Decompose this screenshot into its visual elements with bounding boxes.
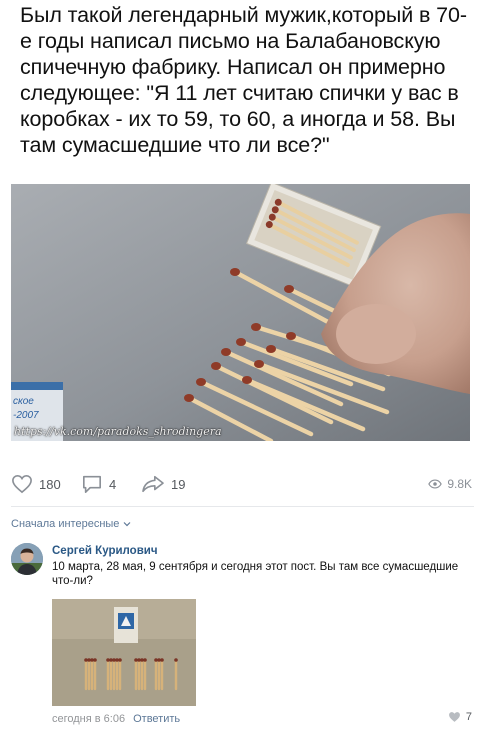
views-count: 9.8K — [447, 477, 472, 491]
comment-button[interactable]: 4 — [81, 466, 116, 502]
comment-photo-illustration — [52, 599, 196, 706]
like-button[interactable]: 180 — [11, 466, 61, 502]
chevron-down-icon — [123, 522, 131, 527]
comments-sort-toggle[interactable]: Сначала интересные — [11, 518, 131, 530]
heart-icon — [448, 712, 460, 722]
comment-text: 10 марта, 28 мая, 9 сентября и сегодня э… — [52, 561, 459, 587]
comment-photo[interactable] — [52, 599, 196, 706]
comment-like-button[interactable]: 7 — [448, 711, 472, 723]
post-photo[interactable]: ское -2007 https://vk.com/paradoks_shrod… — [11, 184, 470, 441]
matches-photo-illustration: ское -2007 — [11, 184, 470, 441]
comment-time[interactable]: сегодня в 6:06 — [52, 713, 125, 725]
post-actions-bar: 180 4 19 9.8K — [11, 466, 474, 502]
comment-like-count: 7 — [465, 711, 472, 723]
eye-icon — [428, 479, 443, 489]
share-button[interactable]: 19 — [141, 466, 185, 502]
box-label: ское — [13, 396, 34, 407]
comments-sort-label: Сначала интересные — [11, 518, 120, 530]
comment-count: 4 — [109, 476, 117, 492]
photo-watermark: https://vk.com/paradoks_shrodingera — [14, 425, 222, 438]
comment-author[interactable]: Сергей Курилович — [52, 545, 158, 557]
avatar[interactable] — [11, 543, 43, 575]
views-counter: 9.8K — [428, 466, 472, 502]
comment-bubble-icon — [83, 475, 101, 493]
share-count: 19 — [171, 476, 186, 492]
heart-icon — [12, 474, 32, 494]
share-arrow-icon — [142, 475, 164, 493]
avatar-image — [11, 543, 43, 575]
post-text: Был такой легендарный мужик,который в 70… — [20, 3, 467, 157]
divider — [11, 506, 474, 507]
comment: Сергей Курилович 10 марта, 28 мая, 9 сен… — [11, 540, 474, 730]
reply-button[interactable]: Ответить — [133, 713, 180, 725]
like-count: 180 — [39, 476, 61, 492]
comment-meta: сегодня в 6:06 Ответить — [52, 713, 180, 725]
box-label-year: -2007 — [13, 410, 39, 421]
